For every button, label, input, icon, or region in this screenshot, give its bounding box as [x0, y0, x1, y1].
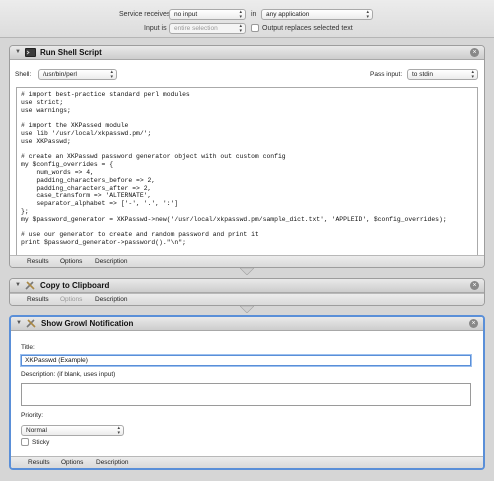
output-replaces-label: Output replaces selected text [262, 25, 353, 32]
copy-to-clipboard-action[interactable]: ▼ Copy to Clipboard × Results Options De… [9, 278, 485, 306]
output-replaces-checkbox[interactable] [251, 24, 259, 32]
in-label: in [251, 11, 257, 18]
tools-icon [25, 281, 35, 290]
action-title: Copy to Clipboard [40, 281, 110, 290]
action-header: ▼ Copy to Clipboard × [10, 279, 484, 293]
results-tab[interactable]: Results [27, 258, 49, 265]
input-is-popup[interactable]: entire selection ▴ ▾ [169, 23, 246, 34]
priority-popup[interactable]: Normal ▴ ▾ [21, 425, 124, 436]
sticky-label: Sticky [32, 439, 50, 446]
tools-icon [26, 319, 36, 328]
service-bar: Service receives no input ▴ ▾ in any appl… [0, 0, 494, 38]
receives-popup[interactable]: no input ▴ ▾ [169, 9, 246, 20]
close-icon[interactable]: × [470, 48, 479, 57]
close-icon[interactable]: × [470, 281, 479, 290]
disclosure-triangle-icon[interactable]: ▼ [16, 320, 22, 326]
terminal-icon [25, 48, 36, 57]
service-receives-label: Service receives [119, 11, 171, 18]
popup-arrows-icon: ▴ ▾ [110, 69, 113, 80]
popup-arrows-icon: ▴ ▾ [471, 69, 474, 80]
description-label: Description: (if blank, uses input) [21, 371, 116, 378]
description-tab[interactable]: Description [96, 459, 129, 466]
action-footer: Results Options Description [11, 456, 483, 468]
action-title: Show Growl Notification [41, 319, 134, 328]
title-label: Title: [21, 344, 35, 351]
show-growl-notification-action[interactable]: ▼ Show Growl Notification × Title: XKPas… [9, 315, 485, 470]
connector-arrow-icon [240, 306, 254, 313]
script-text[interactable]: # import best-practice standard perl mod… [21, 91, 447, 247]
pass-input-popup-value: to stdin [412, 71, 433, 78]
action-footer: Results Options Description [10, 255, 484, 267]
action-title: Run Shell Script [40, 48, 102, 57]
shell-popup[interactable]: /usr/bin/perl ▴ ▾ [38, 69, 117, 80]
disclosure-triangle-icon[interactable]: ▼ [15, 282, 21, 288]
pass-input-label: Pass input: [370, 71, 403, 78]
results-tab[interactable]: Results [27, 296, 49, 303]
application-popup[interactable]: any application ▴ ▾ [261, 9, 373, 20]
options-tab[interactable]: Options [60, 258, 82, 265]
description-tab[interactable]: Description [95, 258, 128, 265]
workflow-area: ▼ Run Shell Script × Shell: /usr/bin/per… [0, 38, 494, 481]
sticky-checkbox[interactable] [21, 438, 29, 446]
description-input[interactable] [21, 383, 471, 406]
title-input-value: XKPasswd (Example) [25, 357, 88, 364]
connector-arrow-icon [240, 268, 254, 275]
shell-label: Shell: [15, 71, 32, 78]
script-editor[interactable]: # import best-practice standard perl mod… [16, 87, 478, 258]
close-icon[interactable]: × [469, 319, 478, 328]
action-header: ▼ Show Growl Notification × [11, 317, 483, 331]
shell-popup-value: /usr/bin/perl [43, 71, 77, 78]
priority-label: Priority: [21, 412, 44, 419]
action-footer: Results Options Description [10, 293, 484, 305]
priority-popup-value: Normal [26, 427, 47, 434]
pass-input-popup[interactable]: to stdin ▴ ▾ [407, 69, 478, 80]
title-input[interactable]: XKPasswd (Example) [21, 355, 471, 366]
popup-arrows-icon: ▴ ▾ [366, 9, 369, 20]
input-is-label: Input is [144, 25, 167, 32]
application-popup-value: any application [266, 11, 310, 18]
input-is-popup-value: entire selection [174, 25, 218, 32]
popup-arrows-icon: ▴ ▾ [239, 9, 242, 20]
run-shell-script-action[interactable]: ▼ Run Shell Script × Shell: /usr/bin/per… [9, 45, 485, 268]
options-tab[interactable]: Options [61, 459, 83, 466]
popup-arrows-icon: ▴ ▾ [117, 425, 120, 436]
description-tab[interactable]: Description [95, 296, 128, 303]
receives-popup-value: no input [174, 11, 198, 18]
action-header: ▼ Run Shell Script × [10, 46, 484, 60]
options-tab: Options [60, 296, 83, 303]
popup-arrows-icon: ▴ ▾ [239, 23, 242, 34]
disclosure-triangle-icon[interactable]: ▼ [15, 49, 21, 55]
results-tab[interactable]: Results [28, 459, 50, 466]
